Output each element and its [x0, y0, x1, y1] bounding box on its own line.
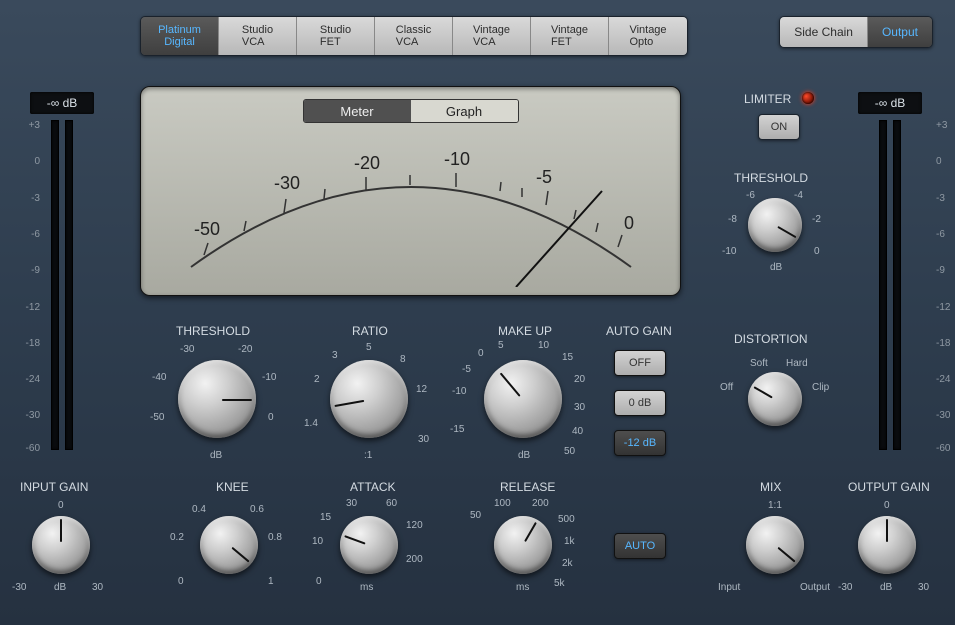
input-gain-label: INPUT GAIN [20, 480, 88, 494]
preset-tab-platinum[interactable]: PlatinumDigital [141, 17, 219, 55]
threshold-knob[interactable] [178, 360, 256, 438]
output-level-meter: -∞ dB +3 0 -3 -6 -9 -12 -18 -24 -30 -60 [852, 92, 928, 450]
preset-tab-studio-vca[interactable]: StudioVCA [219, 17, 297, 55]
sidechain-output-tabs: Side Chain Output [779, 16, 933, 48]
preset-tab-vintage-vca[interactable]: VintageVCA [453, 17, 531, 55]
vu-scale--10: -10 [444, 149, 470, 169]
mix-label: MIX [760, 480, 781, 494]
knee-label: KNEE [216, 480, 249, 494]
distortion-label: DISTORTION [734, 332, 808, 346]
vu-scale--20: -20 [354, 153, 380, 173]
output-meter-bar-l [879, 120, 887, 450]
vu-scale--50: -50 [194, 219, 220, 239]
input-gain-knob[interactable] [32, 516, 90, 574]
autogain-0db-button[interactable]: 0 dB [614, 390, 666, 416]
mix-knob[interactable] [746, 516, 804, 574]
makeup-knob[interactable] [484, 360, 562, 438]
preset-tabs: PlatinumDigital StudioVCA StudioFET Clas… [140, 16, 688, 56]
input-meter-readout: -∞ dB [30, 92, 94, 114]
preset-tab-vintage-opto[interactable]: VintageOpto [609, 17, 687, 55]
output-gain-label: OUTPUT GAIN [848, 480, 930, 494]
limiter-on-button[interactable]: ON [758, 114, 800, 140]
output-tab[interactable]: Output [868, 17, 932, 47]
limiter-label: LIMITER [744, 92, 791, 106]
input-meter-bar-l [51, 120, 59, 450]
ratio-label: RATIO [352, 324, 388, 338]
ratio-knob[interactable] [330, 360, 408, 438]
sidechain-tab[interactable]: Side Chain [780, 17, 868, 47]
limiter-led-icon [802, 92, 814, 104]
vu-needle-display: -50 -30 -20 -10 -5 0 [156, 127, 666, 287]
input-meter-bar-r [65, 120, 73, 450]
preset-tab-classic-vca[interactable]: ClassicVCA [375, 17, 453, 55]
limiter-threshold-label: THRESHOLD [734, 171, 808, 185]
autogain--12db-button[interactable]: -12 dB [614, 430, 666, 456]
preset-tab-studio-fet[interactable]: StudioFET [297, 17, 375, 55]
output-meter-readout: -∞ dB [858, 92, 922, 114]
vu-scale--5: -5 [536, 167, 552, 187]
vu-scale-0: 0 [624, 213, 634, 233]
output-meter-bar-r [893, 120, 901, 450]
attack-knob[interactable] [340, 516, 398, 574]
vu-meter-display: Meter Graph -50 -30 -20 -10 -5 0 [140, 86, 681, 296]
autogain-label: AUTO GAIN [606, 324, 672, 338]
graph-tab[interactable]: Graph [411, 100, 518, 122]
knee-knob[interactable] [200, 516, 258, 574]
release-label: RELEASE [500, 480, 555, 494]
attack-label: ATTACK [350, 480, 396, 494]
vu-scale--30: -30 [274, 173, 300, 193]
distortion-knob[interactable] [748, 372, 802, 426]
makeup-label: MAKE UP [498, 324, 552, 338]
meter-tab[interactable]: Meter [304, 100, 411, 122]
preset-tab-vintage-fet[interactable]: VintageFET [531, 17, 609, 55]
limiter-threshold-knob[interactable] [748, 198, 802, 252]
release-auto-button[interactable]: AUTO [614, 533, 666, 559]
release-knob[interactable] [494, 516, 552, 574]
output-gain-knob[interactable] [858, 516, 916, 574]
input-level-meter: -∞ dB +3 0 -3 -6 -9 -12 -18 -24 -30 -60 [24, 92, 100, 450]
autogain-off-button[interactable]: OFF [614, 350, 666, 376]
threshold-label: THRESHOLD [176, 324, 250, 338]
